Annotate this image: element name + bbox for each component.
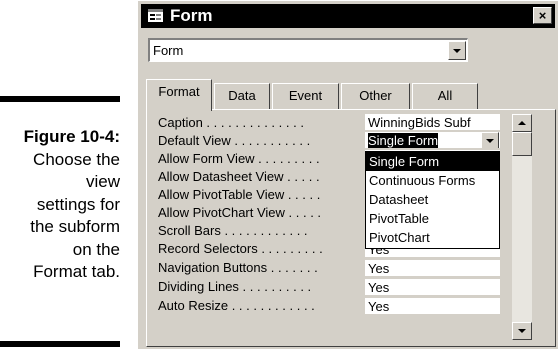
property-label: Record Selectors . . . . . . . . . bbox=[158, 241, 323, 256]
caption-top-rule bbox=[0, 96, 120, 102]
default-view-value: Single Form bbox=[368, 133, 439, 148]
property-label: Navigation Buttons . . . . . . . bbox=[158, 260, 318, 275]
scroll-up-arrow-icon[interactable] bbox=[512, 114, 532, 132]
close-icon: × bbox=[538, 8, 547, 23]
figure-caption: Figure 10-4: Choose the view settings fo… bbox=[0, 126, 120, 284]
dropdown-option-single-form[interactable]: Single Form bbox=[366, 152, 499, 171]
figure-number: Figure 10-4: bbox=[23, 127, 120, 146]
tab-format[interactable]: Format bbox=[146, 79, 212, 111]
window-title: Form bbox=[170, 6, 213, 25]
caption-line: Choose the bbox=[33, 149, 120, 169]
form-icon bbox=[148, 9, 163, 22]
tab-other[interactable]: Other bbox=[341, 83, 410, 109]
caption-bottom-rule bbox=[0, 341, 120, 347]
property-label: Allow PivotTable View . . . . . bbox=[158, 187, 321, 202]
property-label: Default View . . . . . . . . . . . bbox=[158, 133, 311, 148]
property-sheet-window: Form × Form Format Data Event Other All … bbox=[137, 0, 558, 349]
property-label: Allow Datasheet View . . . . . bbox=[158, 169, 320, 184]
object-selector-value: Form bbox=[153, 43, 184, 58]
default-view-combo[interactable]: Single Form bbox=[365, 132, 500, 149]
object-selector[interactable]: Form bbox=[148, 38, 468, 62]
property-label: Auto Resize . . . . . . . . . . . . bbox=[158, 298, 315, 313]
caption-line: Format tab. bbox=[33, 262, 120, 281]
property-value-auto-resize[interactable]: Yes bbox=[365, 298, 500, 315]
caption-line: on the bbox=[72, 239, 120, 259]
property-label: Scroll Bars . . . . . . . . . . . . bbox=[158, 223, 308, 238]
scroll-down-arrow-icon[interactable] bbox=[512, 322, 532, 340]
dropdown-option-pivottable[interactable]: PivotTable bbox=[366, 209, 499, 228]
tab-event[interactable]: Event bbox=[272, 83, 339, 109]
caption-line: the subform bbox=[30, 217, 120, 236]
chevron-down-icon[interactable] bbox=[481, 132, 499, 148]
tab-data[interactable]: Data bbox=[214, 83, 270, 109]
scrollbar-thumb[interactable] bbox=[512, 132, 532, 156]
property-value-navigation-buttons[interactable]: Yes bbox=[365, 260, 500, 277]
dropdown-option-pivotchart[interactable]: PivotChart bbox=[366, 228, 499, 247]
property-label: Dividing Lines . . . . . . . . . . bbox=[158, 279, 312, 294]
caption-line: view bbox=[85, 172, 120, 191]
property-value-dividing-lines[interactable]: Yes bbox=[365, 279, 500, 296]
vertical-scrollbar[interactable] bbox=[512, 114, 532, 340]
property-value-caption[interactable]: WinningBids Subf bbox=[365, 114, 500, 131]
title-bar[interactable]: Form × bbox=[141, 4, 555, 28]
default-view-dropdown-list: Single Form Continuous Forms Datasheet P… bbox=[365, 151, 500, 249]
tab-all[interactable]: All bbox=[412, 83, 478, 109]
dropdown-option-datasheet[interactable]: Datasheet bbox=[366, 190, 499, 209]
property-label: Caption . . . . . . . . . . . . . . bbox=[158, 115, 304, 130]
caption-line: settings for bbox=[36, 194, 120, 214]
close-button[interactable]: × bbox=[533, 7, 552, 24]
chevron-down-icon[interactable] bbox=[448, 41, 466, 60]
dropdown-option-continuous-forms[interactable]: Continuous Forms bbox=[366, 171, 499, 190]
property-label: Allow PivotChart View . . . . . bbox=[158, 205, 322, 220]
property-label: Allow Form View . . . . . . . . . bbox=[158, 151, 320, 166]
